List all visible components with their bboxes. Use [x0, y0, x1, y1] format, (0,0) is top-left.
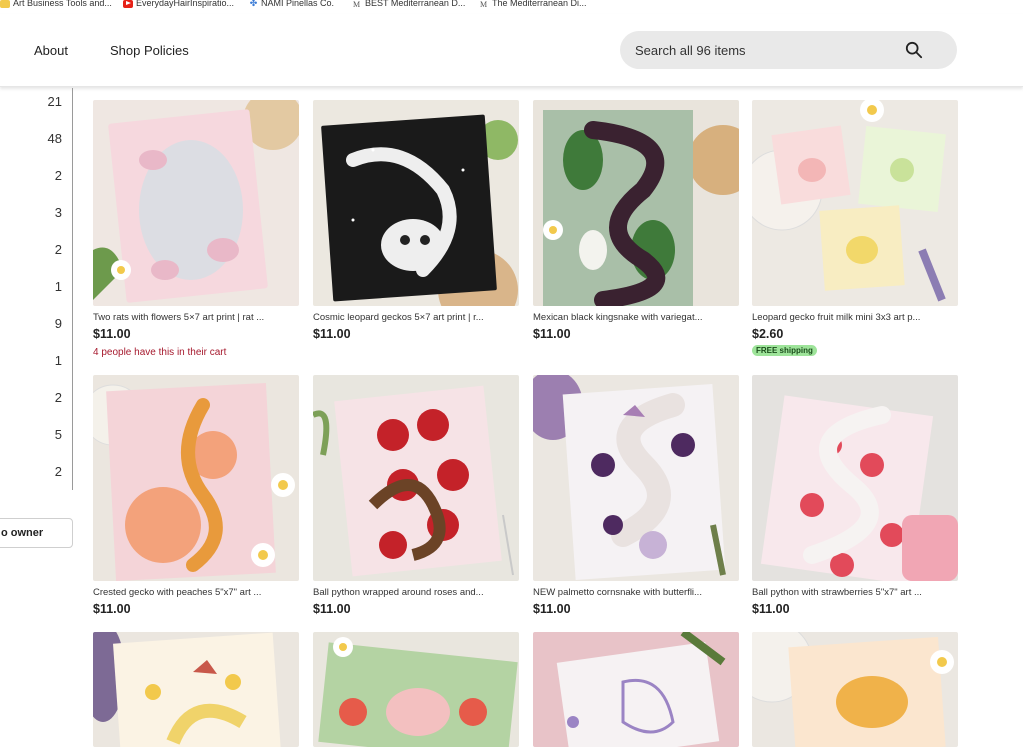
listing-image-crested-gecko[interactable]: [93, 375, 299, 581]
search-input[interactable]: Search all 96 items: [635, 43, 746, 58]
section-count[interactable]: 2: [55, 168, 62, 183]
section-count[interactable]: 48: [48, 131, 62, 146]
search-field[interactable]: Search all 96 items: [620, 31, 957, 69]
listing-image-purple-sketch[interactable]: [533, 632, 739, 747]
listing-image-strawberry-frog[interactable]: [313, 632, 519, 747]
listing-price: $11.00: [533, 327, 571, 341]
section-count[interactable]: 1: [55, 353, 62, 368]
listing-image-rats[interactable]: [93, 100, 299, 306]
listing-price: $11.00: [93, 327, 131, 341]
site-m-icon: M: [480, 0, 488, 9]
free-shipping-badge: FREE shipping: [752, 345, 817, 356]
section-count[interactable]: 5: [55, 427, 62, 442]
listing-price: $11.00: [313, 602, 351, 616]
section-count[interactable]: 21: [48, 94, 62, 109]
bookmarks-bar: Art Business Tools and... EverydayHairIn…: [0, 0, 1023, 14]
listing-title[interactable]: Ball python wrapped around roses and...: [313, 587, 519, 598]
listing-title[interactable]: Ball python with strawberries 5"x7" art …: [752, 587, 958, 598]
bookmark-everyday-hair[interactable]: EverydayHairInspiratio...: [123, 0, 234, 8]
bookmark-nami[interactable]: ✤ NAMI Pinellas Co.: [249, 0, 334, 8]
listing-title[interactable]: Leopard gecko fruit milk mini 3x3 art p.…: [752, 312, 958, 323]
listing-price: $11.00: [93, 602, 131, 616]
listing-price: $11.00: [313, 327, 351, 341]
listing-image-palmetto-cornsnake[interactable]: [533, 375, 739, 581]
bookmark-label: The Mediterranean Di...: [492, 0, 587, 8]
listing-image-orange-gecko[interactable]: [752, 632, 958, 747]
folder-icon: [0, 0, 10, 8]
bookmark-label: Art Business Tools and...: [13, 0, 112, 8]
cart-notice: 4 people have this in their cart: [93, 347, 227, 358]
listing-image-yellow-gecko[interactable]: [93, 632, 299, 747]
contact-owner-button[interactable]: o owner: [0, 518, 73, 548]
section-count[interactable]: 1: [55, 279, 62, 294]
shop-policies-link[interactable]: Shop Policies: [110, 43, 189, 58]
listing-price: $11.00: [533, 602, 571, 616]
listing-image-kingsnake[interactable]: [533, 100, 739, 306]
listing-title[interactable]: Cosmic leopard geckos 5×7 art print | r.…: [313, 312, 519, 323]
listing-title[interactable]: Two rats with flowers 5×7 art print | ra…: [93, 312, 299, 323]
bookmark-label: EverydayHairInspiratio...: [136, 0, 235, 8]
listing-image-ball-python-strawberries[interactable]: [752, 375, 958, 581]
bookmark-label: NAMI Pinellas Co.: [261, 0, 335, 8]
shop-nav-bar: About Shop Policies Search all 96 items: [0, 14, 1023, 87]
listing-image-cosmic-geckos[interactable]: [313, 100, 519, 306]
listing-price: $11.00: [752, 602, 790, 616]
site-m-icon: M: [353, 0, 361, 9]
section-count[interactable]: 2: [55, 390, 62, 405]
section-count[interactable]: 3: [55, 205, 62, 220]
bookmark-best-mediterranean[interactable]: M BEST Mediterranean D...: [353, 0, 466, 9]
nami-icon: ✤: [249, 0, 258, 8]
bookmark-art-business-tools[interactable]: Art Business Tools and...: [0, 0, 112, 8]
listing-title[interactable]: Mexican black kingsnake with variegat...: [533, 312, 739, 323]
youtube-icon: [123, 0, 133, 8]
section-count[interactable]: 2: [55, 464, 62, 479]
section-count[interactable]: 9: [55, 316, 62, 331]
listing-title[interactable]: NEW palmetto cornsnake with butterfli...: [533, 587, 739, 598]
listing-price: $2.60: [752, 327, 784, 341]
bookmark-label: BEST Mediterranean D...: [365, 0, 466, 8]
about-link[interactable]: About: [34, 43, 68, 58]
search-icon[interactable]: [905, 41, 923, 59]
listing-title[interactable]: Crested gecko with peaches 5"x7" art ...: [93, 587, 299, 598]
listing-image-ball-python-roses[interactable]: [313, 375, 519, 581]
bookmark-the-mediterranean[interactable]: M The Mediterranean Di...: [480, 0, 587, 9]
section-count[interactable]: 2: [55, 242, 62, 257]
sidebar-divider: [72, 88, 73, 490]
listing-image-fruit-milk[interactable]: [752, 100, 958, 306]
